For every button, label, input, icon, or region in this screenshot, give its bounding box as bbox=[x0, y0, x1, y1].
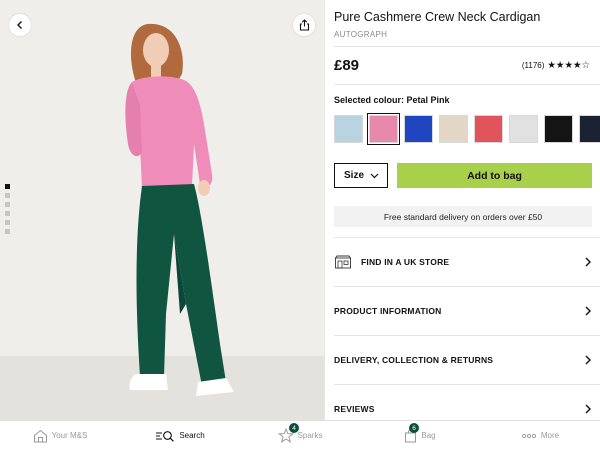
chevron-down-icon bbox=[370, 173, 379, 178]
product-image-gallery[interactable] bbox=[0, 0, 324, 420]
product-brand: AUTOGRAPH bbox=[334, 30, 388, 39]
size-select-label: Size bbox=[344, 170, 365, 181]
nav-sparks[interactable]: 4 Sparks bbox=[240, 421, 360, 450]
nav-label: Search bbox=[179, 431, 205, 440]
colour-swatch-oatmeal[interactable] bbox=[439, 115, 468, 143]
nav-more[interactable]: More bbox=[480, 421, 600, 450]
find-in-store-row[interactable]: FIND IN A UK STORE bbox=[334, 238, 592, 286]
bag-badge: 6 bbox=[409, 423, 419, 433]
product-price: £89 bbox=[334, 57, 360, 74]
store-icon bbox=[335, 255, 351, 269]
chevron-right-icon bbox=[585, 404, 591, 414]
nav-label: More bbox=[540, 431, 560, 440]
nav-label: Sparks bbox=[297, 431, 323, 440]
gallery-indicator bbox=[5, 184, 10, 234]
chevron-right-icon bbox=[585, 355, 591, 365]
gallery-dot[interactable] bbox=[5, 220, 10, 225]
nav-label: Bag bbox=[421, 431, 436, 440]
sparks-badge: 4 bbox=[289, 423, 299, 433]
row-label: DELIVERY, COLLECTION & RETURNS bbox=[334, 355, 494, 365]
colour-swatch-black[interactable] bbox=[544, 115, 573, 143]
gallery-dot[interactable] bbox=[5, 229, 10, 234]
more-icon bbox=[521, 433, 536, 438]
star-rating-icon: ★★★★☆ bbox=[547, 60, 590, 71]
share-icon bbox=[299, 19, 309, 31]
colour-swatch-bright-blue[interactable] bbox=[404, 115, 433, 143]
rating-summary[interactable]: (1176) ★★★★☆ bbox=[522, 60, 590, 71]
delivery-returns-row[interactable]: DELIVERY, COLLECTION & RETURNS bbox=[334, 336, 592, 384]
search-icon bbox=[156, 430, 175, 442]
gallery-dot[interactable] bbox=[5, 211, 10, 216]
bottom-tab-bar: Your M&S Search 4 Sparks 6 Bag More bbox=[0, 420, 600, 450]
chevron-right-icon bbox=[585, 257, 591, 267]
size-select[interactable]: Size bbox=[334, 163, 388, 188]
share-button[interactable] bbox=[293, 14, 315, 36]
delivery-banner: Free standard delivery on orders over £5… bbox=[334, 206, 592, 227]
product-details-panel: Pure Cashmere Crew Neck Cardigan AUTOGRA… bbox=[324, 0, 600, 420]
colour-swatch-petal-pink[interactable] bbox=[367, 113, 400, 145]
nav-label: Your M&S bbox=[51, 431, 88, 440]
row-label: REVIEWS bbox=[334, 404, 375, 414]
nav-your-ms[interactable]: Your M&S bbox=[0, 421, 120, 450]
product-information-row[interactable]: PRODUCT INFORMATION bbox=[334, 287, 592, 335]
add-to-bag-button[interactable]: Add to bag bbox=[397, 163, 592, 188]
colour-swatch-light-grey[interactable] bbox=[509, 115, 538, 143]
gallery-dot[interactable] bbox=[5, 184, 10, 189]
chevron-right-icon bbox=[585, 306, 591, 316]
home-icon bbox=[33, 429, 47, 442]
row-label: PRODUCT INFORMATION bbox=[334, 306, 442, 316]
product-title: Pure Cashmere Crew Neck Cardigan bbox=[334, 10, 541, 24]
model-photo bbox=[125, 23, 234, 396]
gallery-dot[interactable] bbox=[5, 202, 10, 207]
review-count: (1176) bbox=[521, 61, 545, 70]
colour-swatches bbox=[334, 113, 600, 145]
divider bbox=[334, 46, 600, 47]
row-label: FIND IN A UK STORE bbox=[361, 257, 450, 267]
nav-search[interactable]: Search bbox=[120, 421, 240, 450]
colour-swatch-coral-red[interactable] bbox=[474, 115, 503, 143]
gallery-dot[interactable] bbox=[5, 193, 10, 198]
chevron-left-icon bbox=[17, 21, 22, 29]
nav-bag[interactable]: 6 Bag bbox=[360, 421, 480, 450]
selected-colour-label: Selected colour: Petal Pink bbox=[334, 95, 450, 105]
colour-swatch-light-blue[interactable] bbox=[334, 115, 363, 143]
colour-swatch-navy[interactable] bbox=[579, 115, 600, 143]
divider bbox=[334, 84, 600, 85]
back-button[interactable] bbox=[9, 14, 31, 36]
